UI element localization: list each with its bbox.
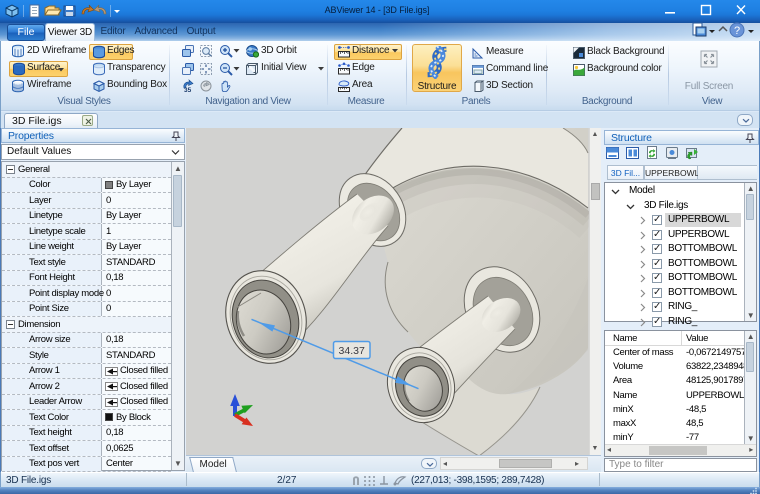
svg-text:?: ? (734, 25, 740, 37)
svg-text:34.37: 34.37 (339, 345, 365, 357)
svg-text:35: 35 (184, 87, 192, 93)
